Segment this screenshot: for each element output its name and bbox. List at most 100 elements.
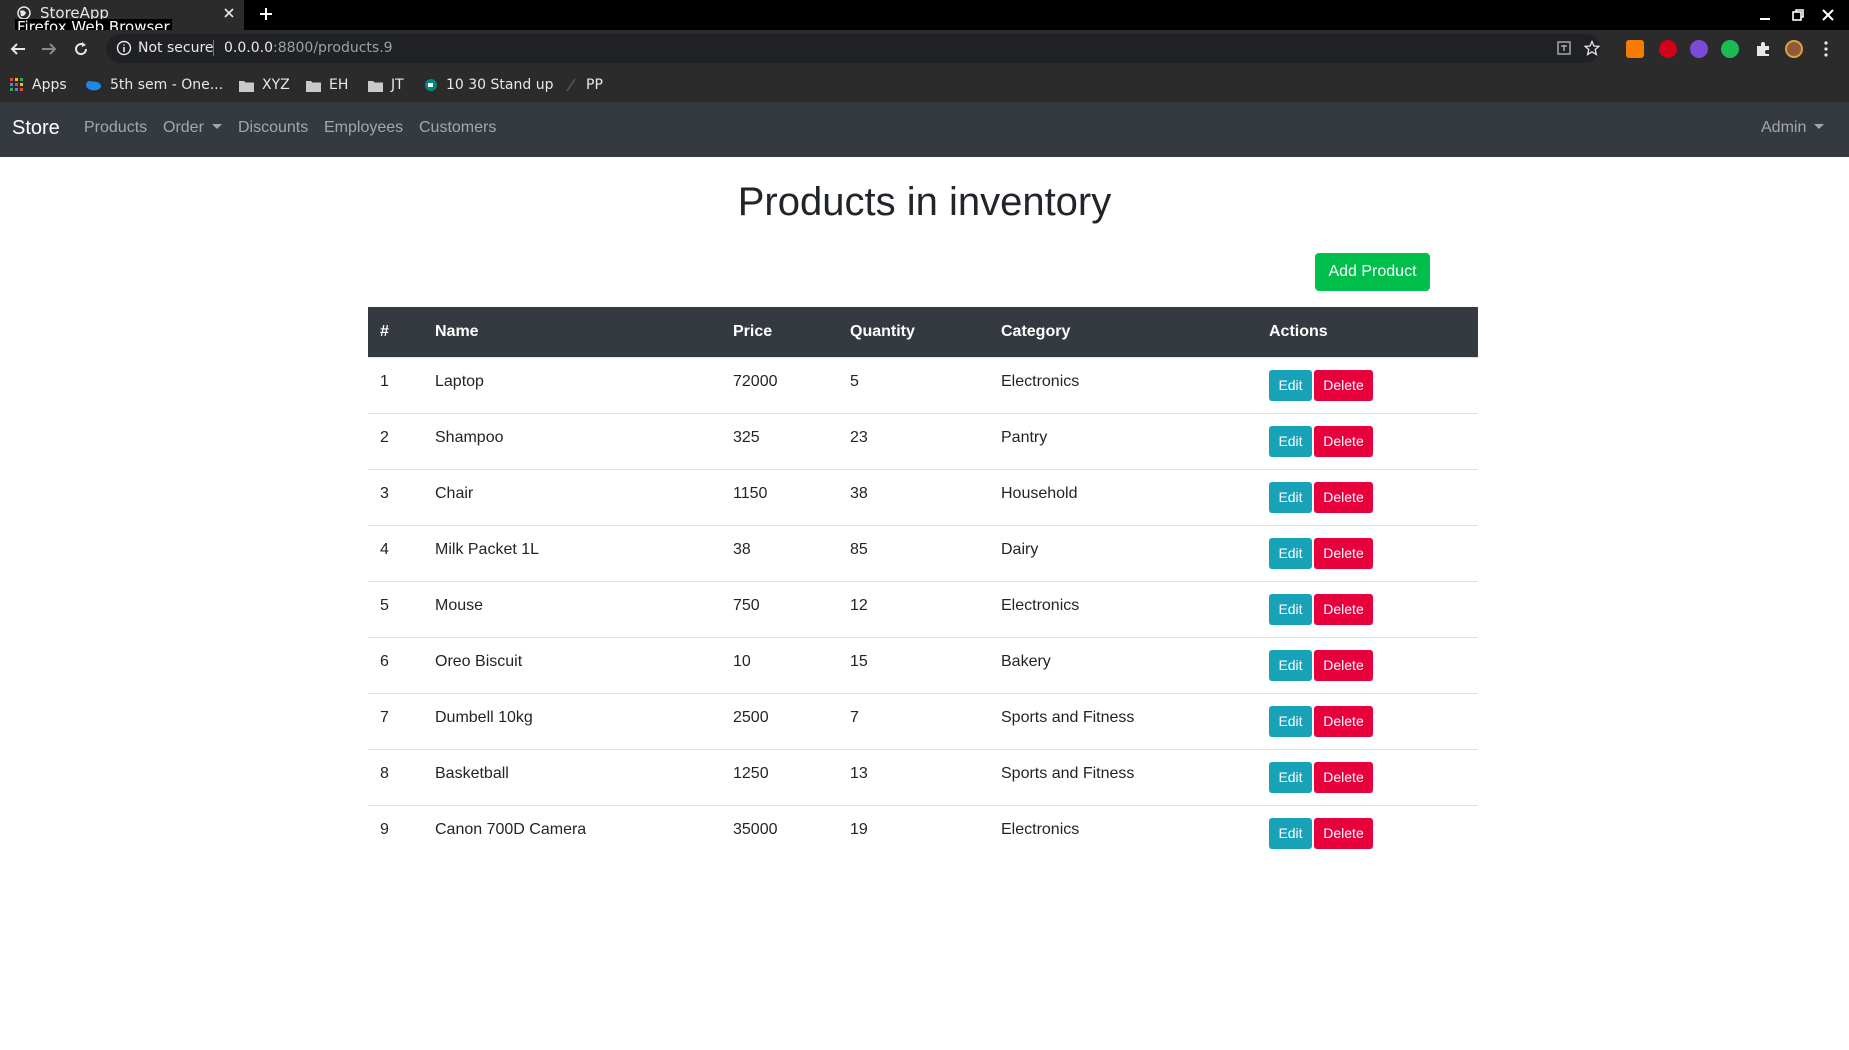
bookmark-eh[interactable]: EH xyxy=(306,74,348,96)
cell-category: Electronics xyxy=(989,804,1257,861)
cell-index: 7 xyxy=(368,692,423,749)
folder-icon xyxy=(239,80,254,92)
chart-extension-icon[interactable] xyxy=(1626,40,1644,58)
cell-quantity: 38 xyxy=(838,468,989,525)
cell-quantity: 23 xyxy=(838,412,989,469)
bookmark-label: JT xyxy=(391,77,404,93)
nav-user-dropdown[interactable]: Admin xyxy=(1761,119,1825,137)
edit-button[interactable]: Edit xyxy=(1269,705,1312,737)
bookmark-apps[interactable]: Apps xyxy=(10,74,67,96)
cell-price: 325 xyxy=(721,412,838,469)
bookmark-onedrive[interactable]: 5th sem - One... xyxy=(84,74,223,96)
bookmark-pp[interactable]: PP xyxy=(566,74,603,96)
browser-tabstrip: StoreApp Firefox Web Browser xyxy=(0,0,1849,36)
edit-button[interactable]: Edit xyxy=(1269,817,1312,849)
page-icon xyxy=(566,78,576,92)
kebab-menu-icon[interactable] xyxy=(1817,40,1835,58)
translate-icon[interactable] xyxy=(1556,40,1572,56)
cell-name: Mouse xyxy=(423,580,721,637)
forward-arrow-icon[interactable] xyxy=(40,40,58,58)
cell-actions: Edit Delete xyxy=(1257,804,1478,861)
cell-name: Canon 700D Camera xyxy=(423,804,721,861)
meet-icon xyxy=(425,79,437,91)
cell-price: 72000 xyxy=(721,356,838,413)
table-row: 4 Milk Packet 1L 38 85 Dairy Edit Delete xyxy=(368,524,1478,581)
navbar-brand[interactable]: Store xyxy=(12,117,60,140)
cell-category: Dairy xyxy=(989,524,1257,581)
plus-icon[interactable] xyxy=(258,6,274,22)
folder-icon xyxy=(306,80,321,92)
url-text[interactable]: 0.0.0.0:8800/products.9 xyxy=(224,40,393,56)
page-title: Products in inventory xyxy=(737,180,1112,224)
bookmark-xyz[interactable]: XYZ xyxy=(239,74,290,96)
cell-name: Dumbell 10kg xyxy=(423,692,721,749)
edit-button[interactable]: Edit xyxy=(1269,369,1312,401)
reload-icon[interactable] xyxy=(72,40,90,58)
nav-link-employees[interactable]: Employees xyxy=(324,119,403,137)
cell-category: Household xyxy=(989,468,1257,525)
delete-button[interactable]: Delete xyxy=(1314,537,1373,569)
table-body: 1 Laptop 72000 5 Electronics Edit Delete 2 Shamp… xyxy=(368,356,1478,861)
address-bar[interactable]: Not secure 0.0.0.0:8800/products.9 xyxy=(106,34,1600,63)
security-label[interactable]: Not secure xyxy=(138,40,214,56)
cell-index: 1 xyxy=(368,356,423,413)
cell-quantity: 7 xyxy=(838,692,989,749)
puzzle-icon[interactable] xyxy=(1754,40,1772,58)
delete-button[interactable]: Delete xyxy=(1314,817,1373,849)
delete-button[interactable]: Delete xyxy=(1314,649,1373,681)
avatar[interactable] xyxy=(1785,40,1803,58)
nav-link-discounts[interactable]: Discounts xyxy=(238,119,308,137)
column-header-index: # xyxy=(380,322,389,340)
table-row: 9 Canon 700D Camera 35000 19 Electronics Edit… xyxy=(368,804,1478,861)
cell-index: 9 xyxy=(368,804,423,861)
cell-actions: Edit Delete xyxy=(1257,468,1478,525)
close-window-icon[interactable] xyxy=(1820,7,1836,23)
cell-name: Shampoo xyxy=(423,412,721,469)
back-arrow-icon[interactable] xyxy=(9,40,27,58)
edit-button[interactable]: Edit xyxy=(1269,537,1312,569)
bookmark-jt[interactable]: JT xyxy=(368,74,404,96)
delete-button[interactable]: Delete xyxy=(1314,481,1373,513)
bookmark-label: EH xyxy=(329,77,349,93)
edit-button[interactable]: Edit xyxy=(1269,761,1312,793)
edit-button[interactable]: Edit xyxy=(1269,593,1312,625)
folder-icon xyxy=(368,80,383,92)
cell-name: Milk Packet 1L xyxy=(423,524,721,581)
edit-button[interactable]: Edit xyxy=(1269,649,1312,681)
close-icon[interactable] xyxy=(222,6,236,20)
nav-link-customers[interactable]: Customers xyxy=(419,119,496,137)
extension-green-icon[interactable] xyxy=(1721,40,1739,58)
cell-category: Pantry xyxy=(989,412,1257,469)
nav-user-label: Admin xyxy=(1761,119,1807,136)
add-product-button[interactable]: Add Product xyxy=(1315,253,1430,291)
delete-button[interactable]: Delete xyxy=(1314,761,1373,793)
delete-button[interactable]: Delete xyxy=(1314,425,1373,457)
adblock-icon[interactable] xyxy=(1659,40,1677,58)
info-icon[interactable] xyxy=(116,40,132,56)
delete-button[interactable]: Delete xyxy=(1314,593,1373,625)
cell-name: Oreo Biscuit xyxy=(423,636,721,693)
url-path: :8800/products.9 xyxy=(272,40,393,56)
minimize-icon[interactable] xyxy=(1757,7,1773,23)
nav-link-products[interactable]: Products xyxy=(84,119,147,137)
caret-down-icon xyxy=(211,124,222,129)
edit-button[interactable]: Edit xyxy=(1269,425,1312,457)
cell-price: 35000 xyxy=(721,804,838,861)
delete-button[interactable]: Delete xyxy=(1314,705,1373,737)
column-header-name: Name xyxy=(435,322,479,340)
bookmark-standup[interactable]: 10 30 Stand up xyxy=(424,74,553,96)
edit-button[interactable]: Edit xyxy=(1269,481,1312,513)
nav-link-order[interactable]: Order xyxy=(163,119,222,137)
delete-button[interactable]: Delete xyxy=(1314,369,1373,401)
bookmark-label: 10 30 Stand up xyxy=(446,77,554,93)
table-row: 6 Oreo Biscuit 10 15 Bakery Edit Delete xyxy=(368,636,1478,693)
cell-price: 750 xyxy=(721,580,838,637)
star-icon[interactable] xyxy=(1584,40,1600,56)
cell-price: 1250 xyxy=(721,748,838,805)
restore-icon[interactable] xyxy=(1790,7,1806,23)
cell-quantity: 15 xyxy=(838,636,989,693)
extension-purple-icon[interactable] xyxy=(1690,40,1708,58)
cell-index: 5 xyxy=(368,580,423,637)
table-row: 3 Chair 1150 38 Household Edit Delete xyxy=(368,468,1478,525)
cell-category: Electronics xyxy=(989,356,1257,413)
